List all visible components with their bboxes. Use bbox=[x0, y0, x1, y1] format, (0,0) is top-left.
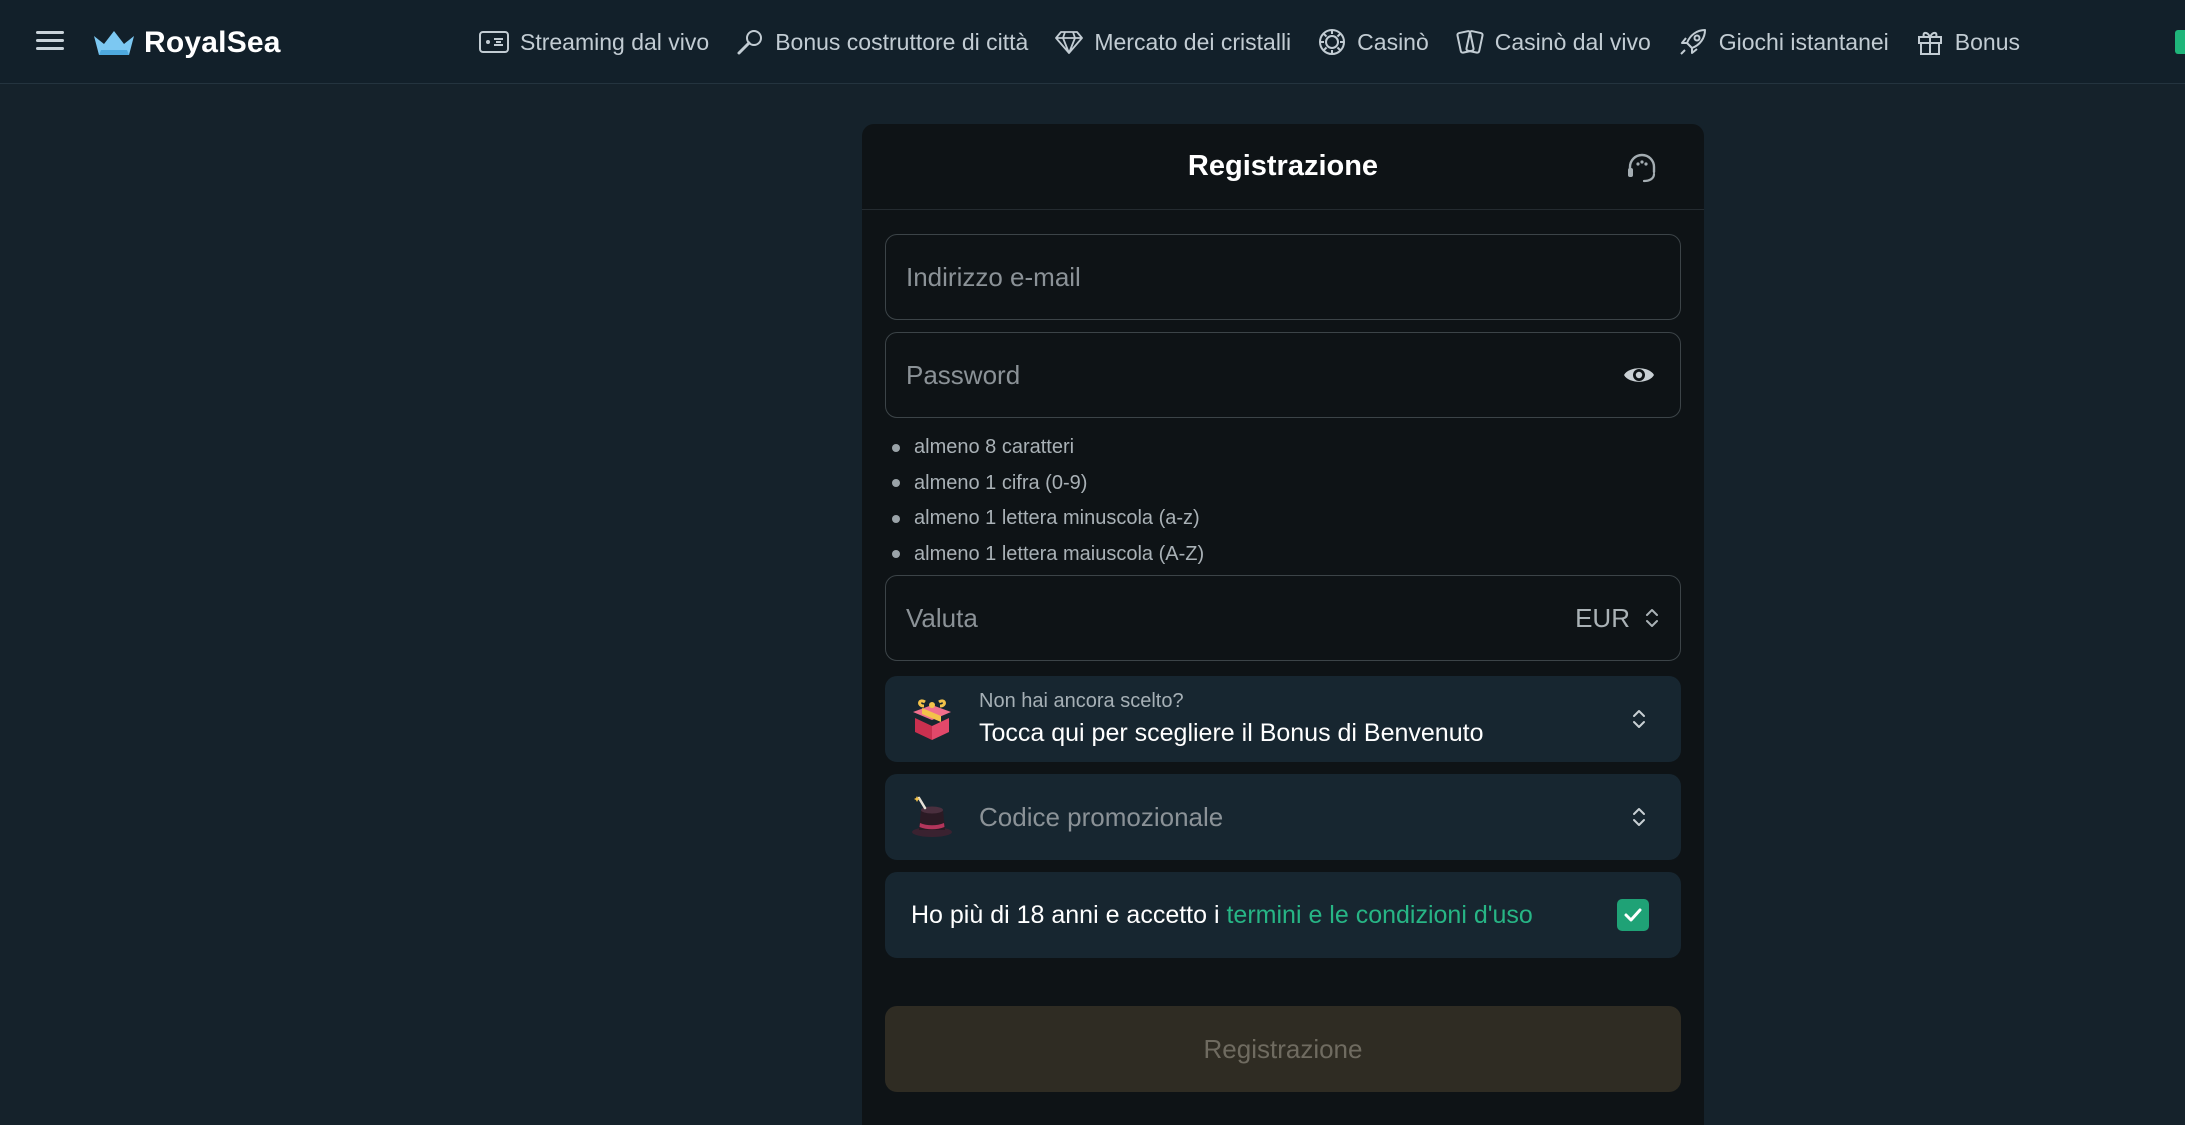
nav-item-casino[interactable]: Casinò bbox=[1317, 27, 1429, 57]
gift-icon bbox=[1917, 31, 1942, 55]
rule-text: almeno 1 lettera minuscola (a-z) bbox=[914, 507, 1200, 530]
diamond-icon bbox=[1055, 31, 1084, 54]
rocket-icon bbox=[1680, 29, 1706, 55]
main-nav: Streaming dal vivo Bonus costruttore di … bbox=[478, 22, 2046, 62]
rule-text: almeno 8 caratteri bbox=[914, 436, 1075, 459]
email-field-wrapper bbox=[885, 234, 1681, 320]
register-submit-button[interactable]: Registrazione bbox=[885, 1006, 1681, 1092]
terms-text: Ho più di 18 anni e accetto i termini e … bbox=[909, 901, 1533, 930]
chevron-up-down-icon bbox=[1633, 710, 1645, 728]
brand-name: RoyalSea bbox=[144, 26, 281, 59]
email-input[interactable] bbox=[906, 261, 1660, 293]
account-button-edge[interactable] bbox=[2175, 30, 2185, 54]
menu-hamburger-icon[interactable] bbox=[36, 28, 64, 56]
registration-panel: Registrazione almeno 8 caratteri almeno … bbox=[862, 124, 1704, 1125]
nav-label: Giochi istantanei bbox=[1718, 28, 1889, 55]
terms-prefix: Ho più di 18 anni e accetto i bbox=[911, 900, 1227, 929]
password-requirements-list: almeno 8 caratteri almeno 1 cifra (0-9) … bbox=[892, 430, 1204, 572]
promo-code-selector[interactable]: Codice promozionale bbox=[885, 774, 1681, 860]
page-title: Registrazione bbox=[1187, 150, 1379, 182]
panel-header: Registrazione bbox=[862, 124, 1704, 210]
nav-label: Casinò dal vivo bbox=[1494, 28, 1651, 55]
nav-item-crystal-market[interactable]: Mercato dei cristalli bbox=[1054, 29, 1291, 56]
password-rule: almeno 8 caratteri bbox=[892, 430, 1204, 466]
rule-text: almeno 1 cifra (0-9) bbox=[914, 471, 1088, 494]
nav-label: Casinò bbox=[1357, 28, 1429, 55]
nav-item-city-builder-bonus[interactable]: Bonus costruttore di città bbox=[735, 27, 1028, 57]
password-rule: almeno 1 cifra (0-9) bbox=[892, 466, 1204, 502]
nav-label: Bonus costruttore di città bbox=[775, 28, 1029, 55]
nav-label: Bonus bbox=[1954, 28, 2021, 55]
live-stream-icon bbox=[479, 31, 509, 53]
top-navigation-bar: RoyalSea Streaming dal vivo Bonus costru… bbox=[0, 0, 2185, 84]
bonus-subtitle: Non hai ancora scelto? bbox=[979, 690, 1184, 712]
nav-item-live-streaming[interactable]: Streaming dal vivo bbox=[478, 29, 709, 56]
terms-consent-row: Ho più di 18 anni e accetto i termini e … bbox=[885, 872, 1681, 958]
currency-label: Valuta bbox=[906, 602, 978, 633]
promo-code-label: Codice promozionale bbox=[979, 801, 1224, 832]
password-rule: almeno 1 lettera maiuscola (A-Z) bbox=[892, 537, 1204, 573]
nav-label: Streaming dal vivo bbox=[520, 28, 710, 55]
currency-value: EUR bbox=[1575, 602, 1630, 633]
password-rule: almeno 1 lettera minuscola (a-z) bbox=[892, 501, 1204, 537]
rule-text: almeno 1 lettera maiuscola (A-Z) bbox=[914, 542, 1205, 565]
magic-hat-icon bbox=[912, 796, 952, 837]
chevron-up-down-icon bbox=[1633, 808, 1645, 826]
cards-icon bbox=[1456, 30, 1484, 54]
nav-item-bonus[interactable]: Bonus bbox=[1915, 27, 2020, 57]
terms-link[interactable]: termini e le condizioni d'uso bbox=[1226, 901, 1532, 929]
brand-logo[interactable]: RoyalSea bbox=[92, 26, 281, 60]
welcome-bonus-selector[interactable]: Non hai ancora scelto? Tocca qui per sce… bbox=[885, 676, 1681, 762]
checkmark-icon bbox=[1624, 908, 1642, 922]
password-field-wrapper bbox=[885, 332, 1681, 418]
bullet-dot bbox=[892, 443, 900, 452]
bonus-texts: Non hai ancora scelto? Tocca qui per sce… bbox=[979, 690, 1483, 748]
nav-item-live-casino[interactable]: Casinò dal vivo bbox=[1455, 27, 1651, 57]
magnifier-tool-icon bbox=[737, 30, 763, 55]
currency-select[interactable]: Valuta EUR bbox=[885, 575, 1681, 661]
poker-chip-icon bbox=[1319, 29, 1346, 55]
bonus-title: Tocca qui per scegliere il Bonus di Benv… bbox=[979, 719, 1484, 747]
gift-box-icon bbox=[913, 699, 951, 740]
crown-icon bbox=[94, 31, 134, 55]
support-headset-icon[interactable] bbox=[1624, 150, 1660, 186]
chevron-up-down-icon bbox=[1646, 609, 1658, 627]
bullet-dot bbox=[892, 479, 900, 488]
nav-label: Mercato dei cristalli bbox=[1094, 28, 1292, 55]
password-input[interactable] bbox=[906, 359, 1586, 391]
bullet-dot bbox=[892, 514, 900, 523]
bullet-dot bbox=[892, 550, 900, 559]
nav-item-instant-games[interactable]: Giochi istantanei bbox=[1677, 26, 1889, 58]
show-password-eye-icon[interactable] bbox=[1622, 360, 1656, 390]
terms-checkbox[interactable] bbox=[1617, 899, 1649, 931]
